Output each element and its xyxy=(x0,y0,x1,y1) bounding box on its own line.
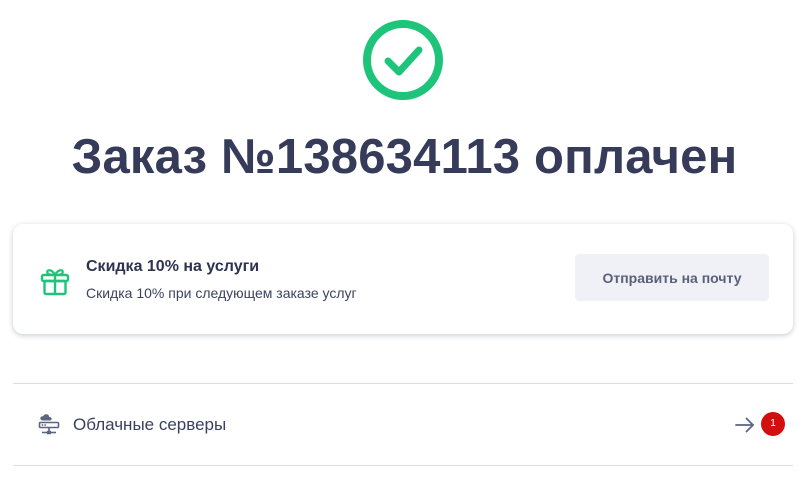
arrow-right-icon[interactable] xyxy=(734,414,756,436)
divider xyxy=(13,465,793,466)
promo-card: Скидка 10% на услуги Скидка 10% при след… xyxy=(13,224,793,334)
service-row-cloud-servers[interactable]: Облачные серверы 1 xyxy=(13,384,793,465)
cloud-server-icon xyxy=(38,414,60,435)
promo-title: Скидка 10% на услуги xyxy=(86,258,260,275)
service-label: Облачные серверы xyxy=(73,415,227,434)
send-to-email-button[interactable]: Отправить на почту xyxy=(575,254,769,301)
check-circle-icon xyxy=(363,20,443,100)
promo-subtitle: Скидка 10% при следующем заказе услуг xyxy=(86,285,357,301)
gift-icon xyxy=(40,269,70,296)
notification-badge: 1 xyxy=(761,412,785,436)
page-title: Заказ №138634113 оплачен xyxy=(71,130,738,184)
